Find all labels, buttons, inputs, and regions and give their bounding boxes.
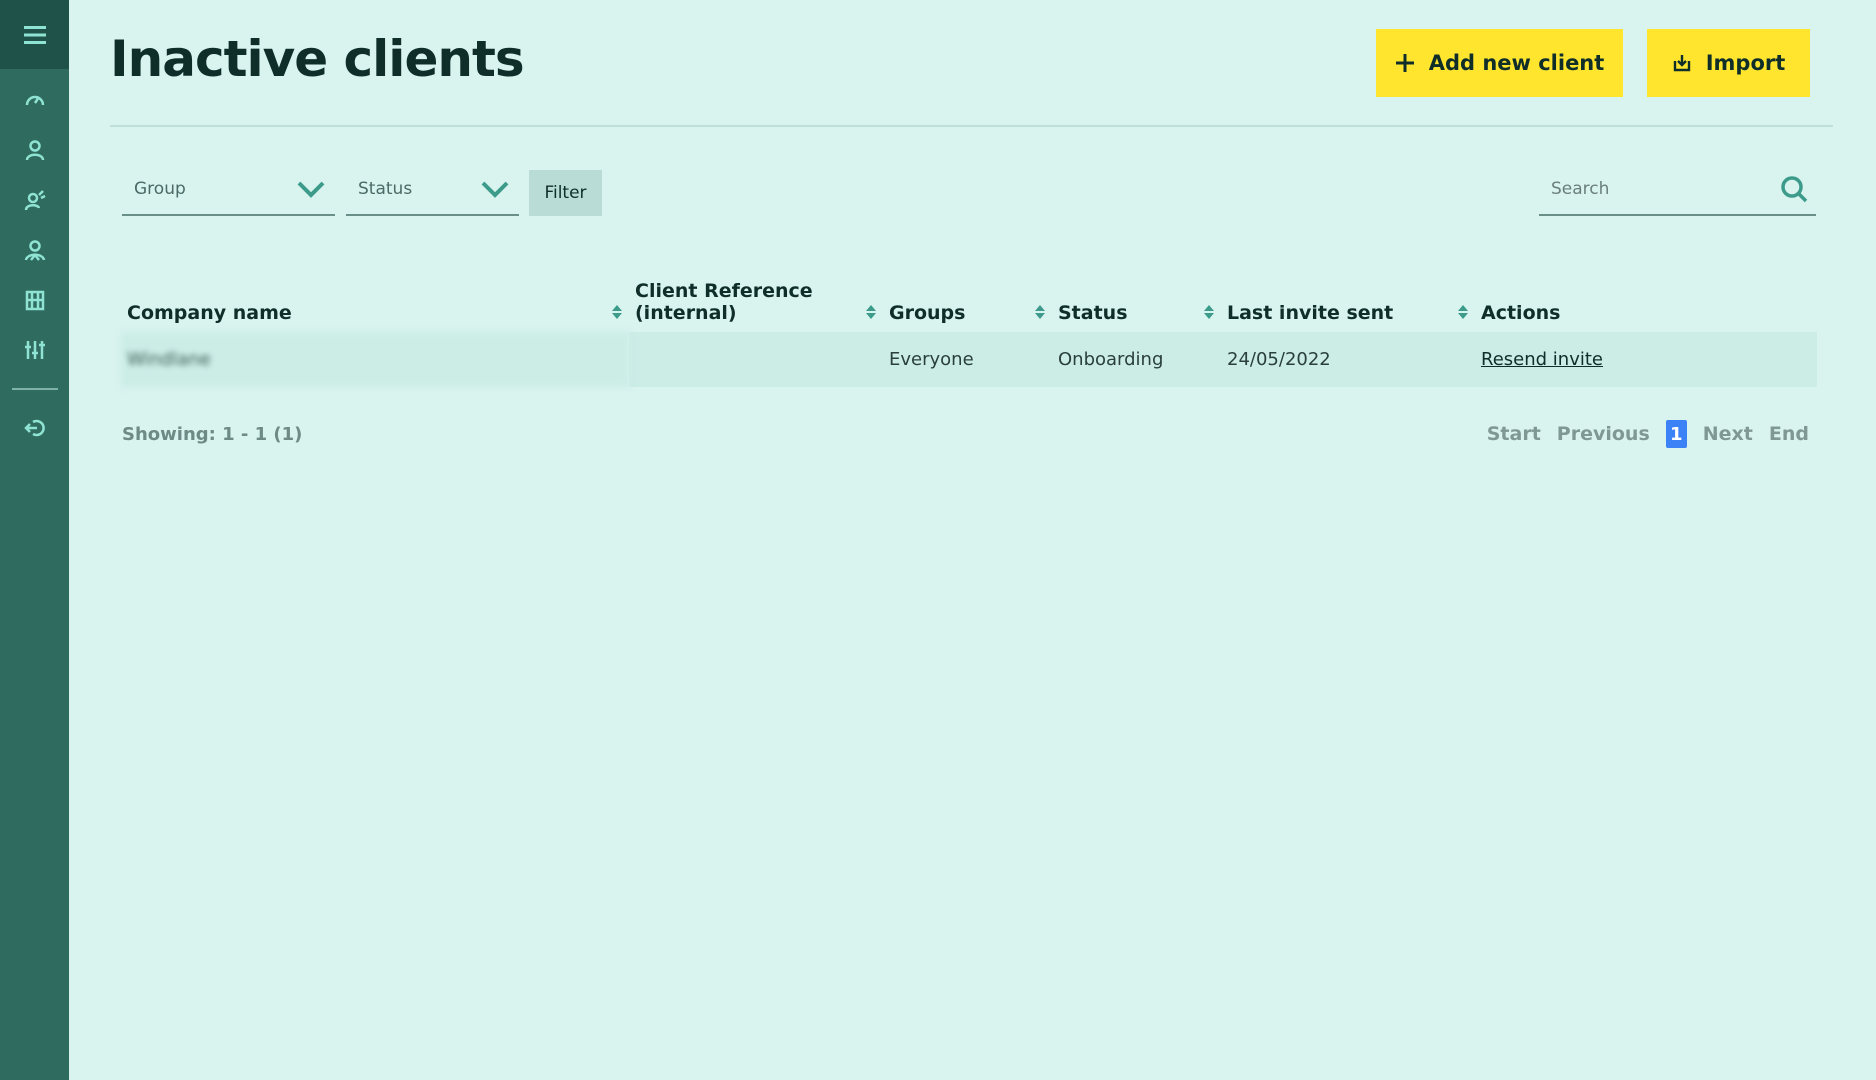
column-actions: Actions <box>1475 262 1817 332</box>
column-last-invite-sent[interactable]: Last invite sent <box>1221 262 1475 332</box>
sidebar-item-logout[interactable] <box>0 403 69 453</box>
column-status[interactable]: Status <box>1052 262 1221 332</box>
sort-icon[interactable] <box>1034 304 1046 320</box>
pagination: Start Previous 1 Next End <box>1487 420 1809 448</box>
sidebar-item-companies[interactable] <box>0 275 69 325</box>
column-groups[interactable]: Groups <box>883 262 1052 332</box>
column-client-reference[interactable]: Client Reference (internal) <box>629 262 883 332</box>
menu-icon <box>23 25 46 44</box>
sidebar-item-users[interactable] <box>0 125 69 175</box>
add-new-client-label: Add new client <box>1428 51 1605 75</box>
column-company-name[interactable]: Company name <box>121 262 629 332</box>
cell-groups: Everyone <box>883 332 1052 387</box>
column-company-name-label: Company name <box>127 302 292 324</box>
sidebar-item-groups[interactable] <box>0 225 69 275</box>
filter-button[interactable]: Filter <box>529 170 602 216</box>
add-new-client-button[interactable]: Add new client <box>1376 29 1623 97</box>
group-select[interactable]: Group <box>122 170 335 216</box>
import-button[interactable]: Import <box>1647 29 1810 97</box>
table-header-row: Company name Client Reference (internal)… <box>121 262 1817 332</box>
user-icon <box>25 140 44 161</box>
pagination-end[interactable]: End <box>1769 423 1809 445</box>
sort-icon[interactable] <box>865 304 877 320</box>
sort-icon[interactable] <box>611 304 623 320</box>
search-icon[interactable] <box>1780 175 1808 203</box>
cell-status: Onboarding <box>1052 332 1221 387</box>
sidebar-item-user-activity[interactable] <box>0 175 69 225</box>
page-title: Inactive clients <box>110 30 525 88</box>
sidebar-item-dashboard[interactable] <box>0 75 69 125</box>
sidebar-item-settings[interactable] <box>0 325 69 375</box>
column-groups-label: Groups <box>889 302 966 324</box>
main-content: Inactive clients Add new client Import G… <box>69 0 1876 1080</box>
import-label: Import <box>1705 51 1786 75</box>
pagination-previous[interactable]: Previous <box>1557 423 1650 445</box>
cell-client-reference <box>629 332 883 387</box>
column-client-reference-label: Client Reference (internal) <box>635 280 813 324</box>
search-box <box>1539 170 1816 216</box>
status-select-label: Status <box>358 179 413 199</box>
menu-button[interactable] <box>0 0 69 69</box>
results-count: Showing: 1 - 1 (1) <box>122 424 303 445</box>
clients-table: Company name Client Reference (internal)… <box>121 262 1817 387</box>
resend-invite-link[interactable]: Resend invite <box>1481 349 1603 370</box>
sort-icon[interactable] <box>1457 304 1469 320</box>
header-divider <box>110 125 1833 127</box>
sort-icon[interactable] <box>1203 304 1215 320</box>
cell-actions: Resend invite <box>1475 332 1817 387</box>
group-select-label: Group <box>134 179 186 199</box>
building-icon <box>25 290 44 311</box>
download-icon <box>1673 55 1690 72</box>
cell-company-name: Windlane <box>121 332 629 387</box>
pagination-start[interactable]: Start <box>1487 423 1541 445</box>
column-status-label: Status <box>1058 302 1128 324</box>
search-input[interactable] <box>1551 179 1780 199</box>
sidebar <box>0 0 69 1080</box>
status-select[interactable]: Status <box>346 170 519 216</box>
chevron-down-icon <box>481 181 509 198</box>
sliders-icon <box>24 341 45 359</box>
logout-icon <box>23 419 45 437</box>
column-last-invite-sent-label: Last invite sent <box>1227 302 1394 324</box>
cell-last-invite-sent: 24/05/2022 <box>1221 332 1475 387</box>
sidebar-divider <box>11 388 58 390</box>
column-actions-label: Actions <box>1481 302 1561 324</box>
chevron-down-icon <box>297 181 325 198</box>
user-activity-icon <box>24 190 46 211</box>
table-row: Windlane Everyone Onboarding 24/05/2022 … <box>121 332 1817 387</box>
plus-icon <box>1395 54 1414 72</box>
pagination-next[interactable]: Next <box>1703 423 1753 445</box>
pagination-current-page[interactable]: 1 <box>1665 420 1687 448</box>
users-group-icon <box>24 240 45 261</box>
dashboard-icon <box>25 95 44 106</box>
